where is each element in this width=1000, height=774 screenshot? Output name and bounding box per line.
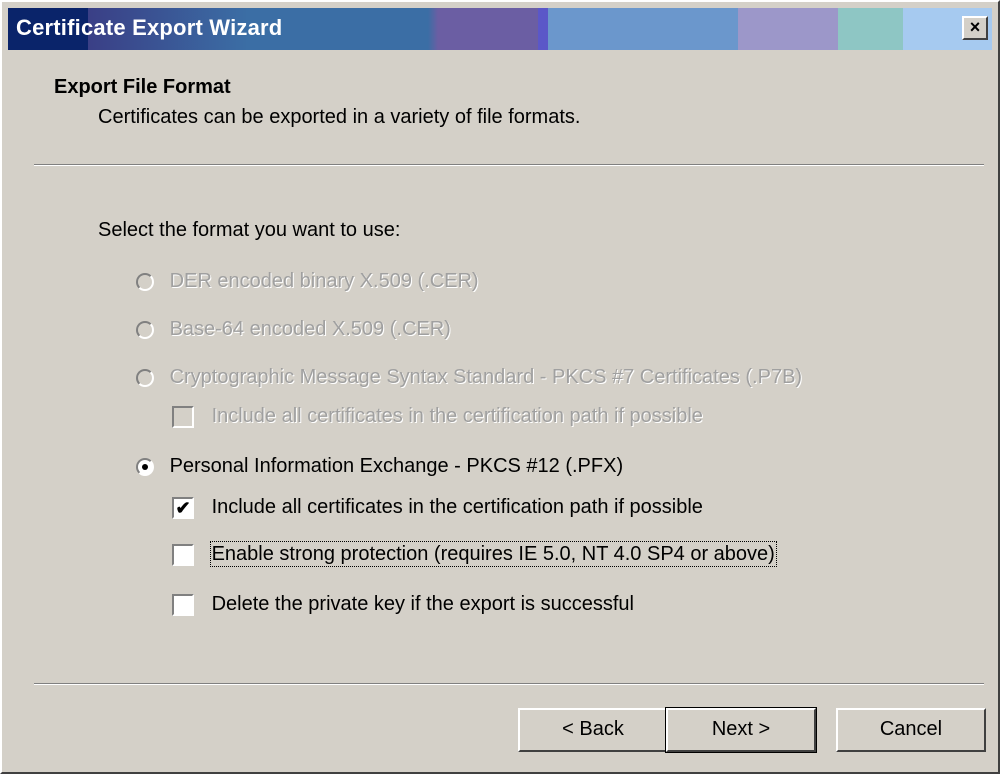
close-button[interactable]: × [962, 16, 988, 40]
window-title: Certificate Export Wizard [16, 15, 283, 40]
radio-label-pfx: Personal Information Exchange - PKCS #12… [169, 455, 624, 478]
checkbox-label-pfx-include: Include all certificates in the certific… [211, 496, 703, 519]
radio-label-base64: Base-64 encoded X.509 (.CER) [169, 318, 451, 341]
title-bar[interactable]: Certificate Export Wizard × [8, 8, 992, 50]
checkmark-icon: ✔ [175, 497, 191, 518]
radio-option-pfx[interactable]: Personal Information Exchange - PKCS #12… [136, 455, 623, 478]
header-divider [34, 164, 984, 166]
checkbox-option-delete-key[interactable]: Delete the private key if the export is … [172, 593, 634, 616]
radio-button[interactable] [136, 368, 154, 387]
checkbox-option-pkcs7-include[interactable]: Include all certificates in the certific… [172, 405, 703, 428]
radio-option-base64[interactable]: Base-64 encoded X.509 (.CER) [136, 318, 451, 341]
page-title: Export File Format [54, 76, 231, 98]
page-subtitle: Certificates can be exported in a variet… [98, 106, 581, 128]
checkbox-label-pkcs7-include: Include all certificates in the certific… [211, 405, 703, 428]
radio-button[interactable] [136, 457, 154, 476]
radio-button[interactable] [136, 320, 154, 339]
radio-option-der[interactable]: DER encoded binary X.509 (.CER) [136, 270, 479, 293]
wizard-window: Certificate Export Wizard × Export File … [0, 0, 1000, 774]
checkbox-label-strong-protection: Enable strong protection (requires IE 5.… [209, 541, 777, 568]
checkbox[interactable] [172, 593, 194, 616]
next-button[interactable]: Next > [665, 707, 817, 753]
radio-label-pkcs7: Cryptographic Message Syntax Standard - … [169, 366, 803, 389]
radio-button[interactable] [136, 272, 154, 291]
footer-divider [34, 683, 984, 685]
checkbox[interactable] [172, 405, 194, 428]
checkbox-option-pfx-include[interactable]: ✔ Include all certificates in the certif… [172, 496, 703, 519]
radio-label-der: DER encoded binary X.509 (.CER) [169, 270, 479, 293]
radio-option-pkcs7[interactable]: Cryptographic Message Syntax Standard - … [136, 366, 802, 389]
format-prompt: Select the format you want to use: [98, 219, 401, 241]
radio-selected-dot [142, 463, 148, 470]
cancel-button[interactable]: Cancel [836, 708, 986, 752]
checkbox[interactable] [172, 543, 194, 566]
checkbox-label-delete-key: Delete the private key if the export is … [211, 593, 634, 616]
back-button[interactable]: < Back [518, 708, 668, 752]
close-icon: × [969, 17, 981, 37]
checkbox[interactable]: ✔ [172, 496, 194, 519]
checkbox-option-strong-protection[interactable]: Enable strong protection (requires IE 5.… [172, 541, 777, 568]
